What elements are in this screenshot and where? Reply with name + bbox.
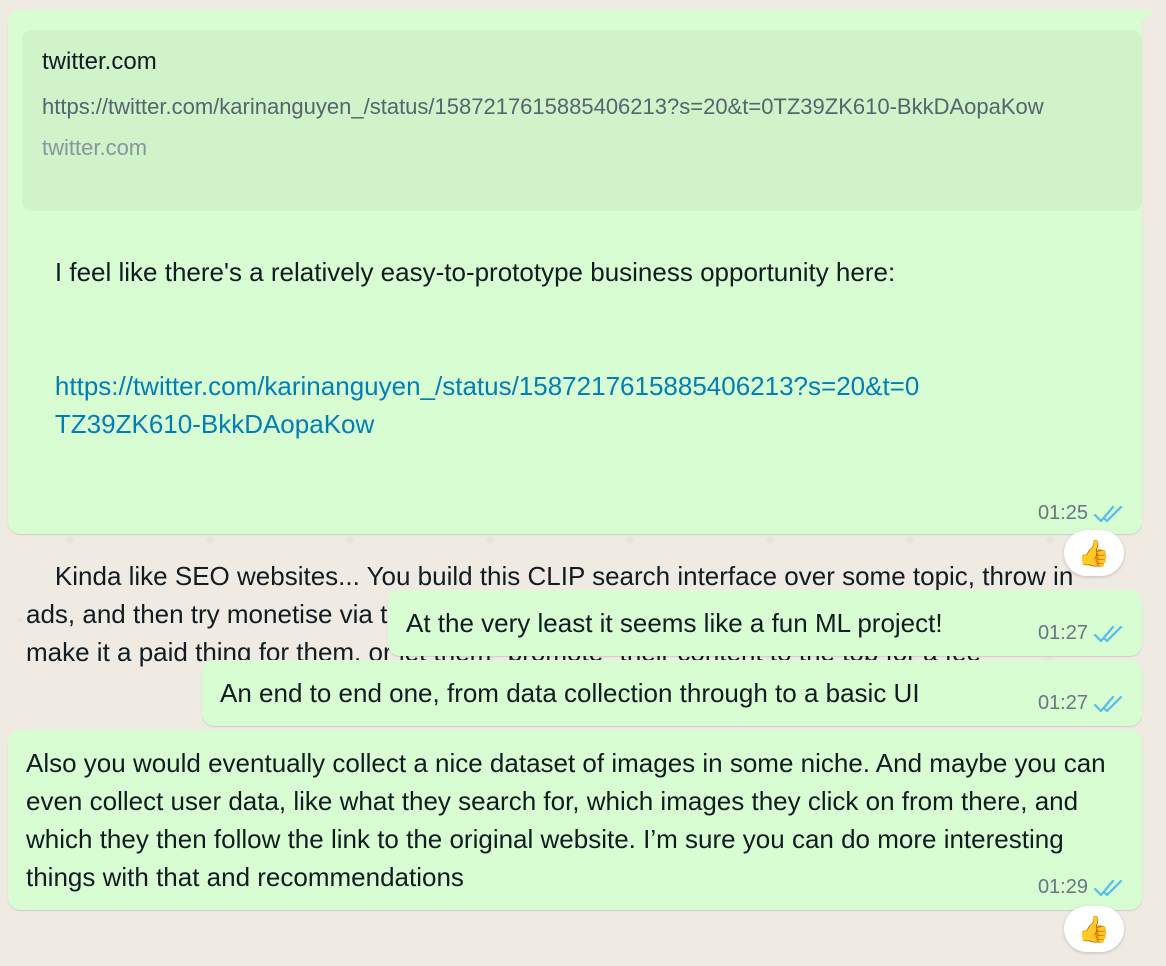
message-time: 01:25 [1037, 502, 1088, 524]
link-preview-description: https://twitter.com/karinanguyen_/status… [42, 94, 1044, 119]
link-preview-card[interactable]: twitter.com https://twitter.com/karinang… [22, 30, 1142, 211]
thumbs-up-icon: 👍 [1077, 913, 1111, 944]
reaction-thumbs-up-icon[interactable]: 👍 [1064, 906, 1124, 952]
message-meta: 01:27 [1038, 692, 1126, 715]
message-bubble-3[interactable]: An end to end one, from data collection … [202, 660, 1142, 726]
message-meta: 01:27 [1038, 622, 1126, 645]
message-text: An end to end one, from data collection … [220, 678, 920, 708]
message-time: 01:29 [1037, 876, 1088, 898]
reaction-thumbs-up-icon[interactable]: 👍 [1064, 530, 1124, 576]
message-meta: 01:25 [1038, 502, 1126, 525]
message-text-intro: I feel like there's a relatively easy-to… [54, 257, 896, 287]
bubble-tail [1142, 10, 1154, 22]
thumbs-up-icon: 👍 [1077, 537, 1111, 568]
double-check-icon [1093, 879, 1123, 896]
double-check-icon [1093, 625, 1123, 642]
message-text: At the very least it seems like a fun ML… [406, 608, 943, 638]
message-bubble-2[interactable]: At the very least it seems like a fun ML… [388, 590, 1142, 656]
link-preview-domain: twitter.com [42, 135, 148, 160]
message-time: 01:27 [1037, 622, 1088, 644]
double-check-icon [1093, 695, 1123, 712]
message-meta: 01:29 [1038, 876, 1126, 899]
link-preview-title: twitter.com [42, 48, 157, 75]
message-bubble-1[interactable]: twitter.com https://twitter.com/karinang… [8, 10, 1142, 667]
message-time: 01:27 [1037, 692, 1088, 714]
message-link[interactable]: https://twitter.com/karinanguyen_/status… [55, 367, 935, 443]
message-bubble-4[interactable]: Also you would eventually collect a nice… [8, 730, 1142, 910]
double-check-icon [1093, 505, 1123, 522]
message-text: Also you would eventually collect a nice… [26, 748, 1113, 892]
